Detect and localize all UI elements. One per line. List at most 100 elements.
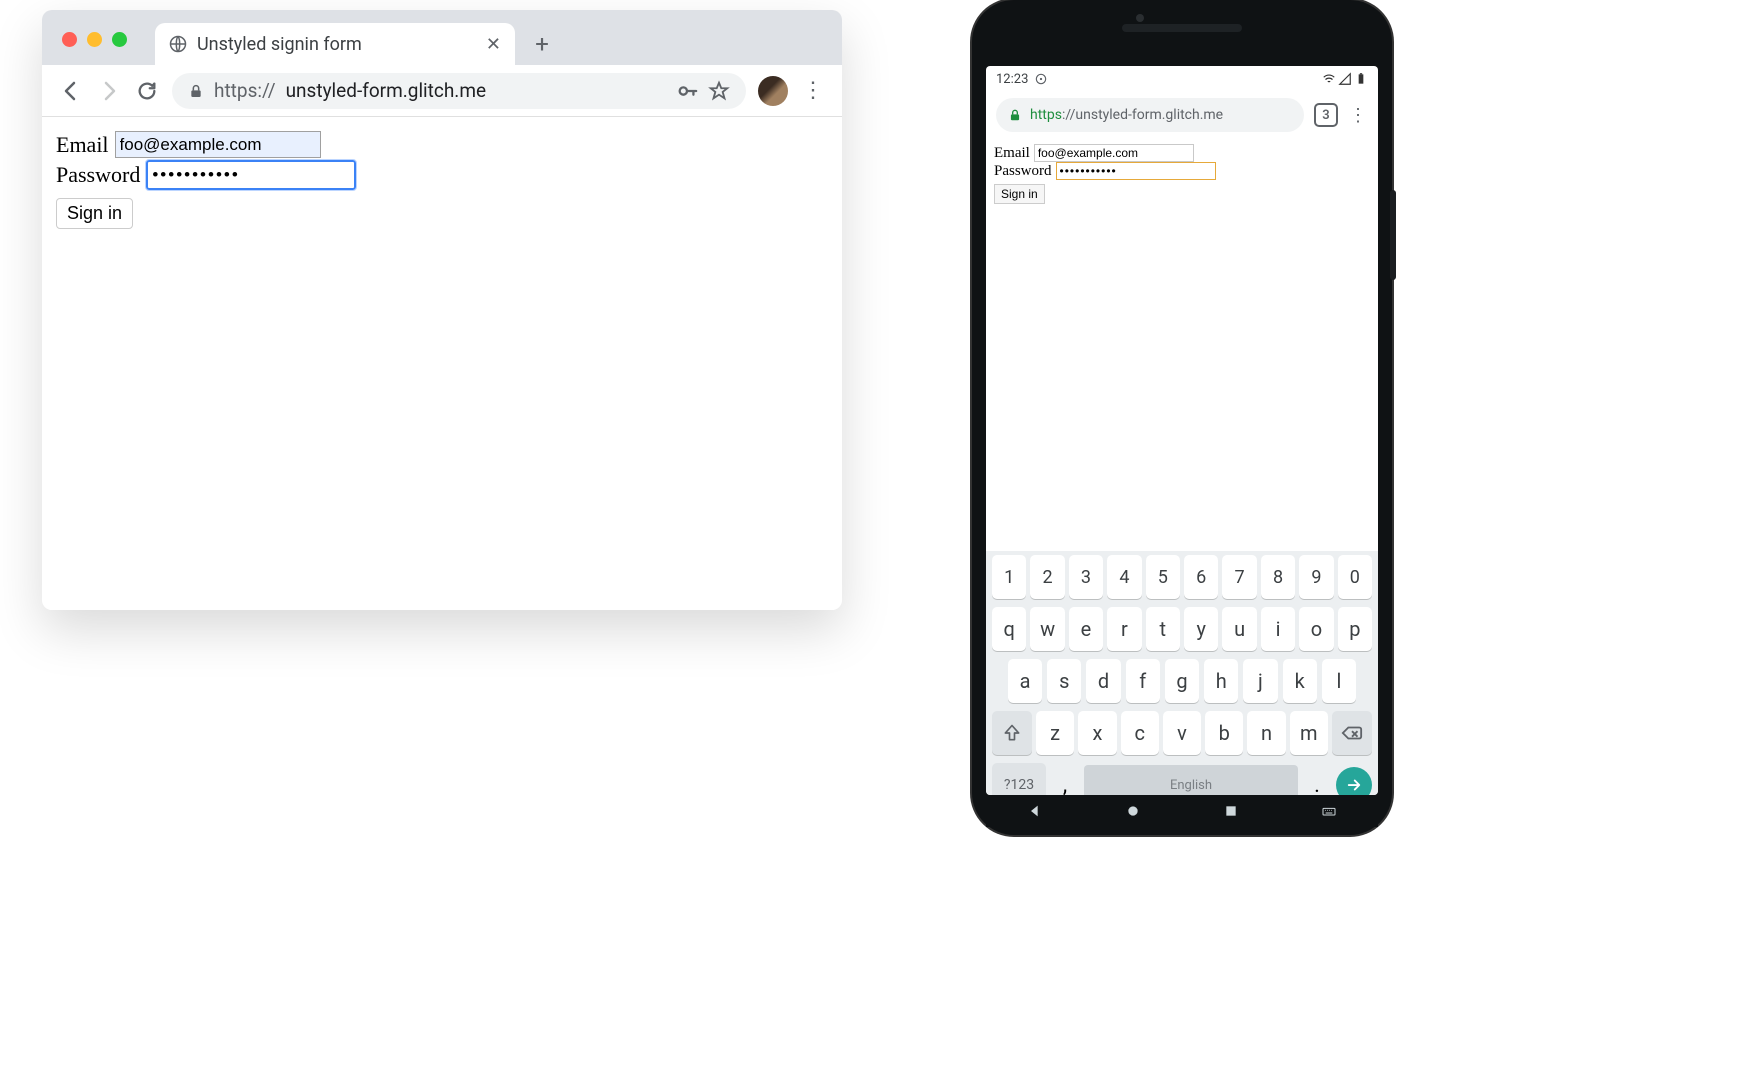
key-w[interactable]: w	[1030, 607, 1064, 651]
key-q[interactable]: q	[992, 607, 1026, 651]
kb-row-top: qwertyuiop	[986, 603, 1378, 655]
key-z[interactable]: z	[1036, 711, 1074, 755]
key-i[interactable]: i	[1261, 607, 1295, 651]
mobile-password-field[interactable]	[1056, 162, 1216, 180]
key-0[interactable]: 0	[1338, 555, 1372, 599]
key-t[interactable]: t	[1146, 607, 1180, 651]
mobile-signin-button[interactable]: Sign in	[994, 184, 1045, 204]
backspace-key[interactable]	[1332, 711, 1372, 755]
key-o[interactable]: o	[1299, 607, 1333, 651]
key-e[interactable]: e	[1069, 607, 1103, 651]
key-y[interactable]: y	[1184, 607, 1218, 651]
key-h[interactable]: h	[1204, 659, 1238, 703]
key-f[interactable]: f	[1126, 659, 1160, 703]
key-7[interactable]: 7	[1222, 555, 1256, 599]
email-field[interactable]	[115, 131, 321, 158]
android-navbar	[986, 795, 1378, 827]
key-6[interactable]: 6	[1184, 555, 1218, 599]
signal-icon	[1338, 72, 1352, 86]
tabstrip: Unstyled signin form ✕ +	[42, 10, 842, 65]
key-9[interactable]: 9	[1299, 555, 1333, 599]
kb-row-mid: asdfghjkl	[986, 655, 1378, 707]
key-1[interactable]: 1	[992, 555, 1026, 599]
key-l[interactable]: l	[1322, 659, 1356, 703]
window-controls	[62, 32, 127, 47]
window-maximize-button[interactable]	[112, 32, 127, 47]
signin-button[interactable]: Sign in	[56, 198, 133, 229]
desktop-browser-window: Unstyled signin form ✕ + https:// unstyle…	[42, 10, 842, 610]
close-icon[interactable]: ✕	[486, 34, 501, 55]
kb-row-bottom: ?123 , English .	[986, 759, 1378, 795]
url-host: unstyled-form.glitch.me	[286, 79, 486, 102]
comma-key[interactable]: ,	[1050, 763, 1080, 795]
kebab-menu[interactable]: ⋮	[800, 78, 826, 104]
lock-icon	[1008, 108, 1022, 122]
password-key-icon[interactable]	[676, 80, 698, 102]
key-p[interactable]: p	[1338, 607, 1372, 651]
mobile-toolbar: https://unstyled-form.glitch.me 3 ⋮	[986, 92, 1378, 138]
key-5[interactable]: 5	[1146, 555, 1180, 599]
key-j[interactable]: j	[1243, 659, 1277, 703]
reload-button[interactable]	[134, 78, 160, 104]
nav-home-button[interactable]	[1125, 803, 1141, 819]
nav-recent-button[interactable]	[1223, 803, 1239, 819]
key-n[interactable]: n	[1247, 711, 1285, 755]
password-label: Password	[56, 162, 140, 188]
back-button[interactable]	[58, 78, 84, 104]
window-close-button[interactable]	[62, 32, 77, 47]
key-u[interactable]: u	[1222, 607, 1256, 651]
enter-key[interactable]	[1336, 767, 1372, 795]
period-key[interactable]: .	[1302, 763, 1332, 795]
nav-back-button[interactable]	[1027, 803, 1043, 819]
battery-icon	[1354, 72, 1368, 86]
key-k[interactable]: k	[1283, 659, 1317, 703]
mobile-password-label: Password	[994, 163, 1052, 180]
key-s[interactable]: s	[1047, 659, 1081, 703]
key-c[interactable]: c	[1121, 711, 1159, 755]
browser-toolbar: https:// unstyled-form.glitch.me ⋮	[42, 65, 842, 117]
email-label: Email	[56, 132, 109, 158]
key-a[interactable]: a	[1008, 659, 1042, 703]
kb-row-numbers: 1234567890	[986, 551, 1378, 603]
key-v[interactable]: v	[1163, 711, 1201, 755]
star-icon[interactable]	[708, 80, 730, 102]
tab-count-button[interactable]: 3	[1314, 103, 1338, 127]
key-r[interactable]: r	[1107, 607, 1141, 651]
mobile-email-field[interactable]	[1034, 144, 1194, 162]
browser-tab[interactable]: Unstyled signin form ✕	[155, 23, 515, 65]
mobile-screen: 12:23 https://unstyled-form.glitch.me 3 …	[986, 66, 1378, 795]
key-g[interactable]: g	[1165, 659, 1199, 703]
key-x[interactable]: x	[1078, 711, 1116, 755]
window-minimize-button[interactable]	[87, 32, 102, 47]
tab-title: Unstyled signin form	[197, 34, 362, 55]
space-key[interactable]: English	[1084, 765, 1298, 795]
password-field[interactable]	[146, 160, 356, 190]
key-b[interactable]: b	[1205, 711, 1243, 755]
key-8[interactable]: 8	[1261, 555, 1295, 599]
url-scheme: https://	[214, 79, 276, 102]
address-bar[interactable]: https:// unstyled-form.glitch.me	[172, 73, 746, 109]
shift-key[interactable]	[992, 711, 1032, 755]
mobile-url: https://unstyled-form.glitch.me	[1030, 107, 1223, 123]
key-2[interactable]: 2	[1030, 555, 1064, 599]
kb-row-bot: zxcvbnm	[986, 707, 1378, 759]
key-4[interactable]: 4	[1107, 555, 1141, 599]
key-3[interactable]: 3	[1069, 555, 1103, 599]
mobile-address-bar[interactable]: https://unstyled-form.glitch.me	[996, 98, 1304, 132]
mobile-email-label: Email	[994, 145, 1030, 162]
forward-button[interactable]	[96, 78, 122, 104]
phone-speaker	[1122, 24, 1242, 32]
new-tab-button[interactable]: +	[525, 27, 559, 61]
nav-keyboard-button[interactable]	[1321, 803, 1337, 819]
profile-avatar[interactable]	[758, 76, 788, 106]
soft-keyboard: 1234567890 qwertyuiop asdfghjkl zxcvbnm …	[986, 551, 1378, 795]
key-m[interactable]: m	[1290, 711, 1328, 755]
status-time: 12:23	[996, 72, 1028, 87]
symbols-key[interactable]: ?123	[992, 763, 1046, 795]
wifi-icon	[1322, 72, 1336, 86]
key-d[interactable]: d	[1086, 659, 1120, 703]
mobile-phone-frame: 12:23 https://unstyled-form.glitch.me 3 …	[972, 0, 1392, 835]
status-bar: 12:23	[986, 66, 1378, 92]
cast-icon	[1034, 72, 1048, 86]
mobile-kebab-menu[interactable]: ⋮	[1348, 105, 1368, 126]
